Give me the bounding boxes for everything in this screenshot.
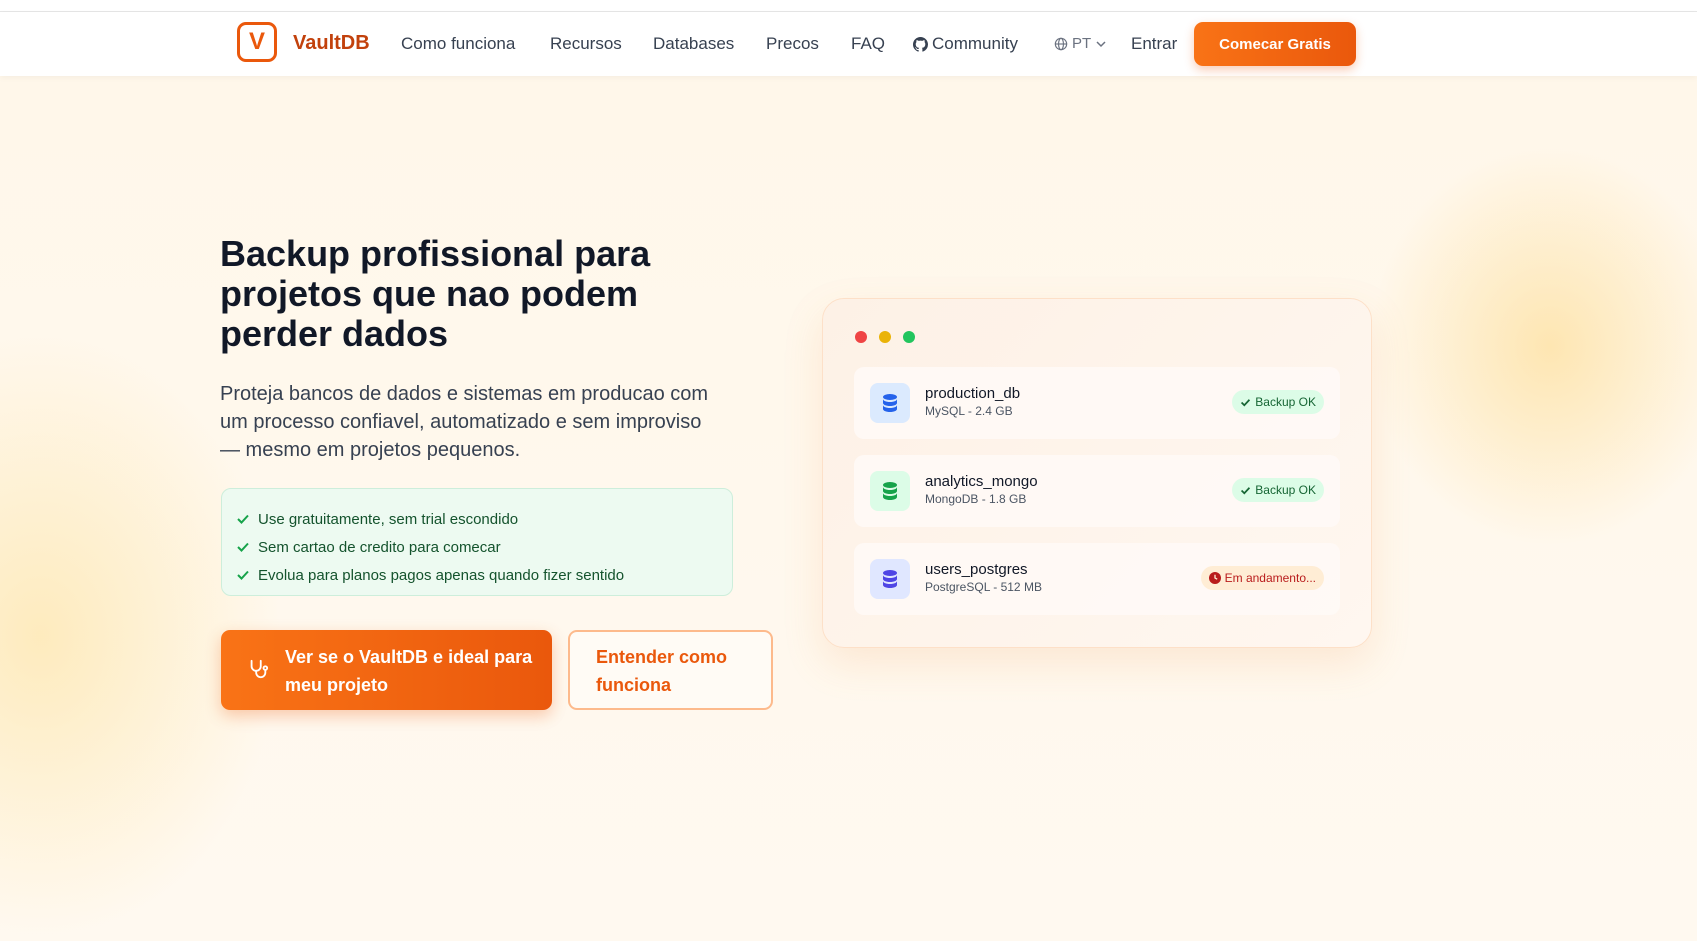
logo-icon[interactable]: V — [237, 22, 277, 62]
check-fit-button[interactable]: Ver se o VaultDB e ideal para meu projet… — [221, 630, 552, 710]
start-free-button[interactable]: Comecar Gratis — [1194, 22, 1356, 66]
nav-link-recursos[interactable]: Recursos — [550, 34, 622, 54]
database-name: analytics_mongo — [925, 473, 1038, 490]
benefit-item: Sem cartao de credito para comecar — [236, 533, 732, 561]
database-icon — [870, 471, 910, 511]
check-icon — [237, 570, 249, 580]
hero-headline: Backup profissional para projetos que na… — [220, 233, 651, 354]
language-code: PT — [1072, 35, 1092, 52]
database-meta: MySQL - 2.4 GB — [925, 404, 1013, 418]
language-selector[interactable]: PT — [1054, 35, 1107, 52]
benefits-list: Use gratuitamente, sem trial escondido S… — [221, 488, 733, 596]
benefit-item: Use gratuitamente, sem trial escondido — [236, 505, 732, 533]
status-badge: Backup OK — [1232, 390, 1324, 414]
clock-icon — [1208, 572, 1221, 584]
check-icon — [1241, 486, 1251, 494]
database-meta: PostgreSQL - 512 MB — [925, 580, 1042, 594]
status-text: Backup OK — [1255, 483, 1316, 497]
how-it-works-button[interactable]: Entender como funciona — [568, 630, 773, 710]
database-icon — [870, 559, 910, 599]
how-it-works-label: Entender como funciona — [596, 647, 728, 695]
database-meta: MongoDB - 1.8 GB — [925, 492, 1027, 506]
globe-icon — [1054, 37, 1068, 50]
check-icon — [237, 542, 249, 552]
database-row: analytics_mongo MongoDB - 1.8 GB Backup … — [854, 455, 1340, 527]
community-label: Community — [932, 34, 1018, 53]
window-close-dot — [855, 331, 867, 343]
database-icon — [870, 383, 910, 423]
window-maximize-dot — [903, 331, 915, 343]
hero-subtext: Proteja bancos de dados e sistemas em pr… — [220, 383, 709, 461]
check-icon — [1241, 398, 1251, 406]
benefit-text: Use gratuitamente, sem trial escondido — [258, 510, 519, 528]
top-navbar: V VaultDB Como funciona Recursos Databas… — [0, 12, 1697, 76]
status-badge: Em andamento... — [1200, 566, 1324, 590]
benefit-text: Sem cartao de credito para comecar — [258, 538, 501, 556]
nav-link-como-funciona[interactable]: Como funciona — [401, 34, 515, 54]
status-text: Em andamento... — [1224, 571, 1316, 585]
check-fit-label: Ver se o VaultDB e ideal para meu projet… — [285, 647, 533, 695]
database-name: users_postgres — [925, 561, 1028, 578]
chevron-down-icon — [1096, 40, 1106, 47]
nav-link-faq[interactable]: FAQ — [851, 34, 885, 54]
login-link[interactable]: Entrar — [1131, 34, 1177, 54]
benefit-text: Evolua para planos pagos apenas quando f… — [258, 566, 625, 584]
nav-link-databases[interactable]: Databases — [653, 34, 734, 54]
github-icon — [913, 36, 928, 52]
check-icon — [237, 514, 249, 524]
window-minimize-dot — [879, 331, 891, 343]
stethoscope-icon — [250, 659, 269, 679]
status-text: Backup OK — [1255, 395, 1316, 409]
nav-link-community[interactable]: Community — [913, 34, 1018, 54]
benefit-item: Evolua para planos pagos apenas quando f… — [236, 561, 732, 589]
nav-link-precos[interactable]: Precos — [766, 34, 819, 54]
dashboard-preview: production_db MySQL - 2.4 GB Backup OK a… — [822, 298, 1372, 648]
database-name: production_db — [925, 385, 1021, 402]
database-row: users_postgres PostgreSQL - 512 MB Em an… — [854, 543, 1340, 615]
status-badge: Backup OK — [1232, 478, 1324, 502]
browser-top-edge — [0, 0, 1697, 12]
database-row: production_db MySQL - 2.4 GB Backup OK — [854, 367, 1340, 439]
brand-name[interactable]: VaultDB — [293, 32, 370, 55]
